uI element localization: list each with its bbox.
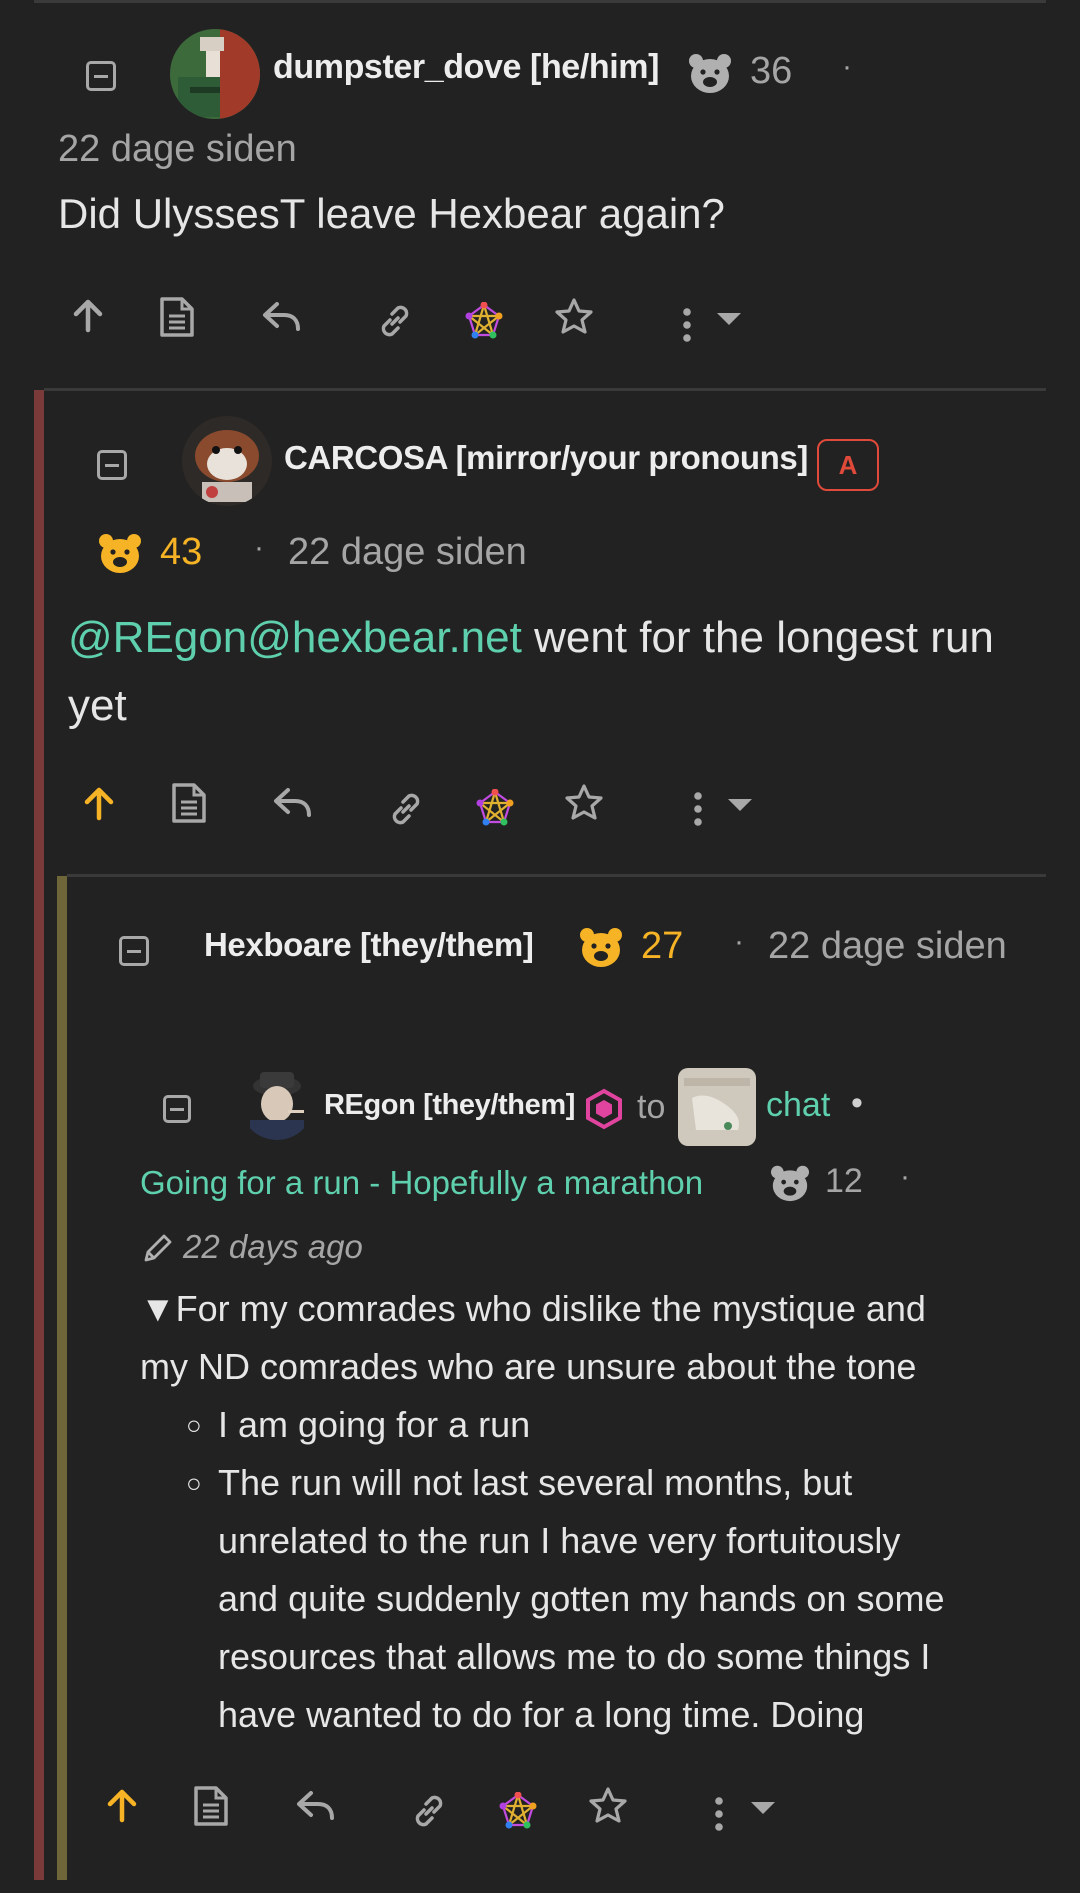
comment-body: Did UlyssesT leave Hexbear again? (58, 190, 725, 237)
dropdown-icon[interactable] (750, 1801, 776, 1815)
star-icon[interactable] (554, 297, 594, 335)
community-link[interactable]: chat (766, 1086, 830, 1125)
separator-dot: · (734, 925, 744, 958)
spoiler-summary[interactable]: ▼For my comrades who dislike the mystiqu… (140, 1280, 1040, 1396)
fediverse-icon[interactable] (465, 302, 503, 340)
list-bullet: ○ (186, 1468, 202, 1498)
mod-hexagon-icon (583, 1088, 625, 1130)
collapse-button[interactable] (163, 1095, 191, 1123)
separator-dot: · (254, 531, 264, 564)
spoiler-summary-line2: my ND comrades who are unsure about the … (140, 1346, 917, 1387)
post-title-link[interactable]: Going for a run - Hopefully a marathon (140, 1164, 703, 1202)
dropdown-icon[interactable] (716, 312, 742, 326)
list-item-text-cont: resources that allows me to do some thin… (218, 1636, 931, 1677)
list-item: ○ The run will not last several months, … (186, 1454, 1036, 1744)
timestamp: 22 dage siden (58, 128, 297, 170)
thread-bar-level-2[interactable] (57, 876, 67, 1880)
bear-icon (688, 52, 732, 94)
list-item-text-cont: have wanted to do for a long time. Doing (218, 1694, 865, 1735)
username[interactable]: CARCOSA [mirror/your pronouns] (284, 439, 808, 477)
upvote-icon[interactable] (81, 786, 117, 822)
username[interactable]: dumpster_dove [he/him] (273, 48, 659, 87)
spoiler-list: ○ I am going for a run ○ The run will no… (186, 1396, 1036, 1744)
comment-body-text-line2: yet (68, 681, 127, 730)
dropdown-icon[interactable] (727, 798, 753, 812)
quoted-username[interactable]: REgon [they/them] (324, 1089, 575, 1122)
collapse-button[interactable] (119, 936, 149, 966)
admin-badge: A (817, 439, 879, 491)
source-icon[interactable] (170, 782, 208, 824)
star-icon[interactable] (588, 1786, 628, 1824)
reply-icon[interactable] (273, 786, 313, 818)
avatar[interactable] (170, 29, 260, 119)
link-icon[interactable] (374, 300, 416, 342)
score: 43 (160, 531, 203, 573)
timestamp: 22 dage siden (288, 531, 527, 573)
user-mention-link[interactable]: @REgon@hexbear.net (68, 613, 522, 662)
community-icon[interactable] (678, 1068, 756, 1146)
list-item-text: I am going for a run (218, 1404, 531, 1445)
more-icon[interactable] (714, 1797, 724, 1831)
thread-bar-level-1[interactable] (34, 390, 44, 1880)
link-icon[interactable] (408, 1790, 450, 1832)
comment-body: @REgon@hexbear.net went for the longest … (68, 604, 1028, 740)
separator-dot: · (900, 1160, 910, 1193)
star-icon[interactable] (564, 783, 604, 821)
fediverse-icon[interactable] (476, 789, 514, 827)
timestamp: 22 dage siden (768, 925, 1007, 967)
list-bullet: ○ (186, 1410, 202, 1440)
collapse-button[interactable] (86, 61, 116, 91)
divider (67, 874, 1046, 877)
bear-icon (98, 531, 142, 575)
more-icon[interactable] (693, 792, 703, 826)
source-icon[interactable] (192, 1785, 230, 1827)
list-item: ○ I am going for a run (186, 1396, 1036, 1454)
to-label: to (637, 1088, 666, 1126)
collapse-button[interactable] (97, 450, 127, 480)
comment-body-text: went for the longest run (521, 613, 994, 662)
top-divider (34, 0, 1046, 3)
divider (44, 388, 1046, 391)
upvote-icon[interactable] (70, 298, 106, 334)
list-item-text-cont: and quite suddenly gotten my hands on so… (218, 1578, 945, 1619)
fediverse-icon[interactable] (499, 1792, 537, 1830)
username[interactable]: Hexboare [they/them] (204, 926, 534, 964)
upvote-icon[interactable] (104, 1788, 140, 1824)
source-icon[interactable] (158, 296, 196, 338)
reply-icon[interactable] (262, 300, 302, 332)
post-score: 12 (825, 1162, 863, 1200)
spoiler-summary-line1: For my comrades who dislike the mystique… (175, 1288, 926, 1329)
spoiler-marker[interactable]: ▼ (140, 1288, 176, 1329)
bear-icon (579, 925, 623, 969)
reply-icon[interactable] (296, 1789, 336, 1821)
list-item-text-cont: unrelated to the run I have very fortuit… (218, 1520, 901, 1561)
score: 36 (750, 50, 793, 92)
avatar[interactable] (182, 416, 272, 506)
edited-time: 22 days ago (183, 1228, 363, 1265)
bear-icon (770, 1164, 810, 1202)
edit-icon (140, 1232, 174, 1266)
link-icon[interactable] (385, 788, 427, 830)
avatar[interactable] (240, 1066, 314, 1140)
separator-dot: · (842, 50, 852, 83)
separator-dot: • (851, 1084, 863, 1122)
more-icon[interactable] (682, 308, 692, 342)
list-item-text: The run will not last several months, bu… (218, 1462, 853, 1503)
score: 27 (641, 925, 684, 967)
